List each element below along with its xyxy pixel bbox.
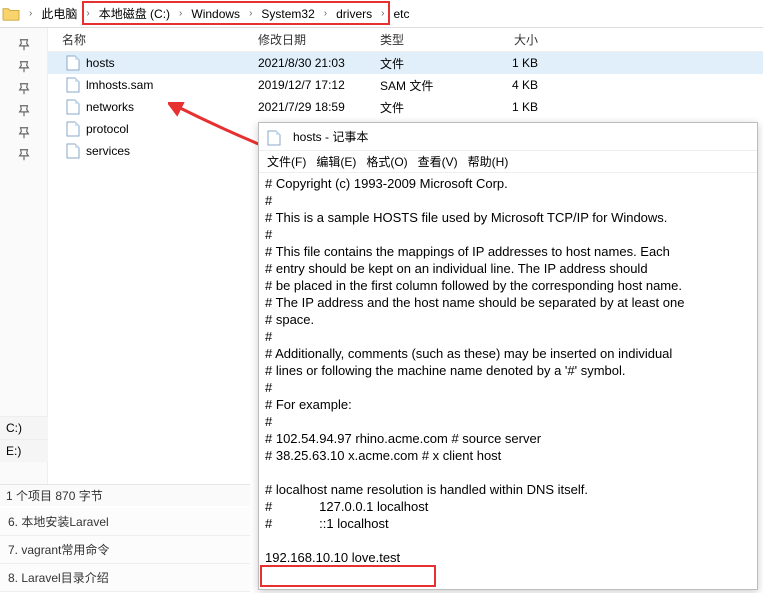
col-header-size[interactable]: 大小 — [480, 31, 550, 48]
file-size: 1 KB — [480, 100, 550, 114]
crumb-root[interactable]: 此电脑 — [35, 0, 83, 27]
col-header-type[interactable]: 类型 — [380, 31, 480, 48]
pin-icon — [17, 148, 31, 162]
file-name: protocol — [86, 122, 129, 136]
ext-item-2[interactable]: 8. Laravel目录介绍 — [0, 564, 250, 592]
disk-e[interactable]: E:) — [0, 439, 48, 462]
file-date: 2019/12/7 17:12 — [258, 78, 380, 92]
file-icon — [66, 121, 80, 137]
file-type: 文件 — [380, 99, 480, 116]
file-row[interactable]: lmhosts.sam 2019/12/7 17:12SAM 文件4 KB — [48, 74, 763, 96]
menu-format[interactable]: 格式(O) — [366, 153, 407, 170]
ext-item-0[interactable]: 6. 本地安装Laravel — [0, 508, 250, 536]
file-name: lmhosts.sam — [86, 78, 153, 92]
pin-icon — [17, 38, 31, 52]
pin-icon — [17, 104, 31, 118]
ext-list: 6. 本地安装Laravel 7. vagrant常用命令 8. Laravel… — [0, 508, 250, 592]
file-size: 1 KB — [480, 56, 550, 70]
file-icon — [66, 99, 80, 115]
crumb-item-2[interactable]: System32 — [255, 0, 320, 27]
pin-icon — [17, 82, 31, 96]
col-header-name[interactable]: 名称 — [48, 31, 258, 48]
file-row[interactable]: hosts 2021/8/30 21:03文件1 KB — [48, 52, 763, 74]
menu-edit[interactable]: 编辑(E) — [316, 153, 356, 170]
file-type: 文件 — [380, 55, 480, 72]
disk-c[interactable]: C:) — [0, 416, 48, 439]
chevron-right-icon: › — [179, 8, 182, 19]
crumb-item-1[interactable]: Windows — [185, 0, 246, 27]
address-bar[interactable]: › 此电脑 › 本地磁盘 (C:) › Windows › System32 ›… — [0, 0, 763, 28]
file-date: 2021/7/29 18:59 — [258, 100, 380, 114]
crumb-item-4[interactable]: etc — [387, 0, 415, 27]
file-name: hosts — [86, 56, 115, 70]
menu-help[interactable]: 帮助(H) — [468, 153, 509, 170]
file-icon — [66, 77, 80, 93]
notepad-menubar: 文件(F) 编辑(E) 格式(O) 查看(V) 帮助(H) — [259, 151, 757, 173]
ext-item-1[interactable]: 7. vagrant常用命令 — [0, 536, 250, 564]
file-icon — [66, 143, 80, 159]
file-date: 2021/8/30 21:03 — [258, 56, 380, 70]
col-header-date[interactable]: 修改日期 — [258, 31, 380, 48]
file-row[interactable]: networks 2021/7/29 18:59文件1 KB — [48, 96, 763, 118]
folder-icon — [2, 6, 20, 22]
column-headers: 名称 修改日期 类型 大小 — [48, 28, 763, 52]
notepad-text-area[interactable]: # Copyright (c) 1993-2009 Microsoft Corp… — [259, 173, 757, 589]
crumb-item-3[interactable]: drivers — [330, 0, 378, 27]
crumb-item-0[interactable]: 本地磁盘 (C:) — [93, 0, 176, 27]
file-size: 4 KB — [480, 78, 550, 92]
notepad-titlebar[interactable]: hosts - 记事本 — [259, 123, 757, 151]
file-icon — [66, 55, 80, 71]
menu-view[interactable]: 查看(V) — [418, 153, 458, 170]
pin-icon — [17, 126, 31, 140]
file-icon — [265, 130, 281, 144]
chevron-right-icon: › — [86, 8, 89, 19]
notepad-window[interactable]: hosts - 记事本 文件(F) 编辑(E) 格式(O) 查看(V) 帮助(H… — [258, 122, 758, 590]
chevron-right-icon: › — [29, 8, 32, 19]
chevron-right-icon: › — [324, 8, 327, 19]
disk-list: C:) E:) — [0, 416, 48, 462]
chevron-right-icon: › — [249, 8, 252, 19]
status-text: 1 个项目 870 字节 — [6, 487, 103, 504]
notepad-title-text: hosts - 记事本 — [293, 128, 368, 145]
file-name: services — [86, 144, 130, 158]
status-bar: 1 个项目 870 字节 — [0, 484, 250, 506]
file-type: SAM 文件 — [380, 77, 480, 94]
pin-icon — [17, 60, 31, 74]
file-name: networks — [86, 100, 134, 114]
chevron-right-icon: › — [381, 8, 384, 19]
menu-file[interactable]: 文件(F) — [267, 153, 306, 170]
